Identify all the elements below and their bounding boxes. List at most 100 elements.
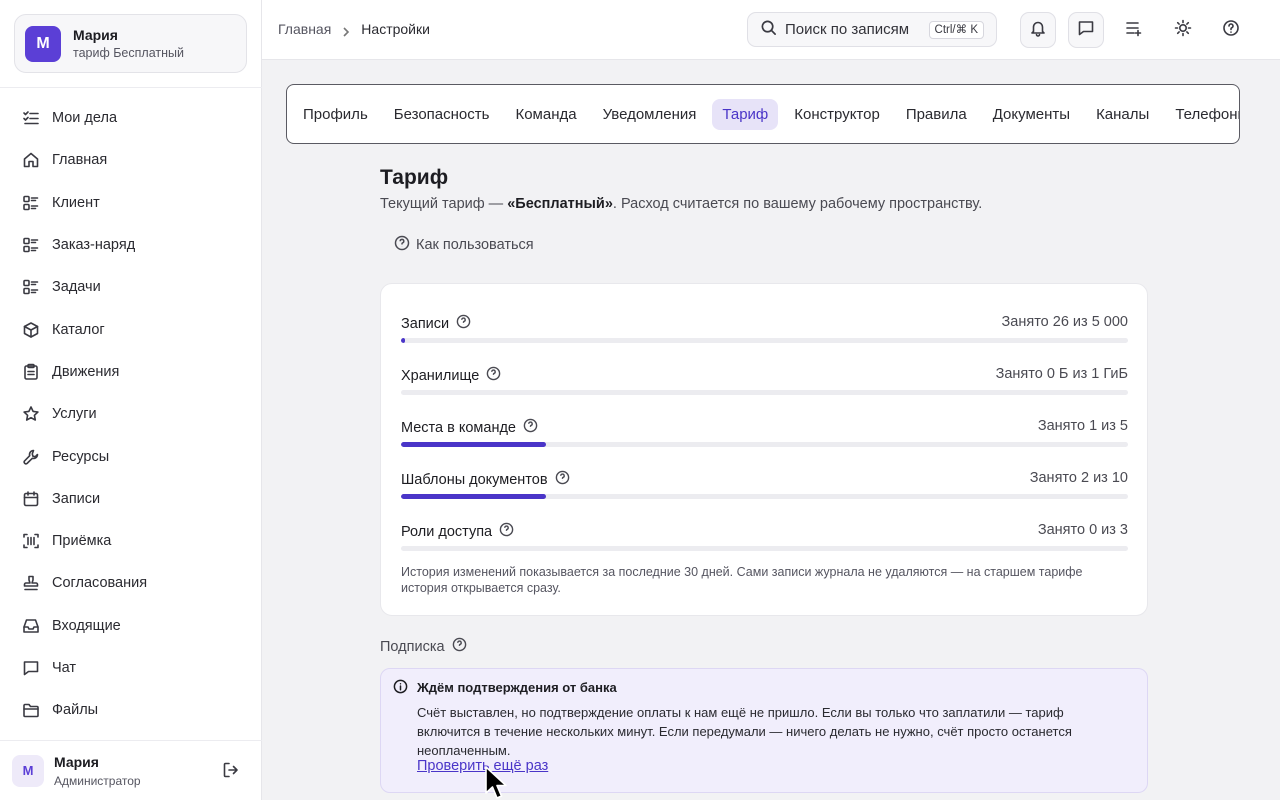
help-icon[interactable] [449,314,471,333]
theme-toggle-button[interactable] [1165,12,1201,48]
sidebar-nav: Мои дела Главная Клиент Заказ-наряд Зада… [0,97,262,731]
tab-5[interactable]: Конструктор [784,99,890,130]
usage-value: Занято 1 из 5 [1037,418,1128,434]
tab-8[interactable]: Каналы [1086,99,1159,130]
star-icon [22,405,40,423]
tabs-list: Профиль Безопасность Команда Уведомления Тар… [293,99,1239,130]
current-plan-name: «Бесплатный» [507,196,613,212]
usage-label-text: Хранилище [401,367,480,384]
mouse-cursor-icon [484,765,510,800]
subtitle-suffix: . Расход считается по вашему рабочему пр… [612,196,983,212]
help-icon[interactable] [548,470,570,489]
tab-4[interactable]: Тариф [712,99,779,130]
settings-tabs: Профиль Безопасность Команда Уведомления Тар… [286,84,1240,144]
sidebar-item-client[interactable]: Клиент [0,182,262,224]
workspace-name: Мария [73,27,118,43]
tab-9[interactable]: Телефония [1165,99,1239,130]
chat-icon [1077,19,1095,42]
tab-3[interactable]: Уведомления [593,99,707,130]
breadcrumb-current: Настройки [361,21,430,37]
sidebar-item-chat[interactable]: Чат [0,647,262,689]
sidebar-item-label: Задачи [52,279,101,296]
list-plus-icon [1125,19,1143,42]
folder-icon [22,701,40,719]
tab-0[interactable]: Профиль [293,99,378,130]
sidebar-item-label: Мои дела [52,110,118,127]
add-task-button[interactable] [1116,12,1152,48]
help-icon[interactable] [492,522,514,541]
subtitle-prefix: Текущий тариф — [380,196,508,212]
sidebar-item-label: Файлы [52,702,99,719]
logout-button[interactable] [222,761,242,781]
search-shortcut: Ctrl/⌘ K [928,21,984,39]
info-icon [393,679,409,695]
sidebar-item-intake[interactable]: Приёмка [0,520,262,562]
avatar: М [12,754,44,787]
user-name: Мария [54,753,99,770]
sidebar-item-label: Движения [52,363,120,380]
notifications-button[interactable] [1020,12,1056,48]
sidebar-item-home[interactable]: Главная [0,139,262,181]
usage-value: Занято 0 Б из 1 ГиБ [995,366,1128,382]
how-to-use-label: Как пользоваться [416,237,534,253]
sidebar-item-records[interactable]: Записи [0,478,262,520]
home-icon [22,151,40,169]
sidebar-item-label: Согласования [52,575,148,592]
sidebar-item-resources[interactable]: Ресурсы [0,435,262,477]
messages-button[interactable] [1068,12,1104,48]
check-again-link[interactable]: Проверить ещё раз [417,758,548,774]
list-icon [22,194,40,212]
usage-value: Занято 26 из 5 000 [1001,314,1128,330]
sidebar-item-services[interactable]: Услуги [0,393,262,435]
help-button[interactable] [1213,12,1249,48]
usage-progress-bar [401,494,1128,499]
sidebar-item-label: Каталог [52,321,105,338]
help-icon [1222,19,1240,42]
usage-row: Записи Занято 26 из 5 000 [401,292,1128,343]
usage-label-text: Шаблоны документов [401,471,548,488]
tab-1[interactable]: Безопасность [384,99,500,130]
usage-progress-bar [401,442,1128,447]
sidebar-item-label: Записи [52,490,101,507]
sidebar-item-work-orders[interactable]: Заказ-наряд [0,224,262,266]
user-profile: М Мария Администратор [0,740,262,800]
help-icon[interactable] [479,366,501,385]
calendar-icon [22,490,40,508]
sidebar-item-label: Приёмка [52,533,112,550]
list-icon [22,236,40,254]
help-icon [394,235,416,255]
sidebar-item-catalog[interactable]: Каталог [0,308,262,350]
sidebar-item-movements[interactable]: Движения [0,351,262,393]
help-icon[interactable] [516,418,538,437]
help-icon[interactable] [445,637,467,656]
sidebar-item-label: Чат [52,660,77,676]
alert-body: Счёт выставлен, но подтверждение оплаты … [417,705,1072,758]
tab-6[interactable]: Правила [896,99,977,130]
usage-label: Места в команде [401,418,538,437]
usage-value: Занято 0 из 3 [1037,522,1128,538]
sidebar-item-my-tasks[interactable]: Мои дела [0,97,262,139]
workspace-avatar: М [25,25,61,62]
clipboard-icon [22,363,40,381]
sidebar: М Мария тариф Бесплатный Мои дела Главна… [0,0,262,800]
stamp-icon [22,574,40,592]
workspace-switcher[interactable]: М Мария тариф Бесплатный [14,14,247,73]
sidebar-item-inbox[interactable]: Входящие [0,605,262,647]
sidebar-item-files[interactable]: Файлы [0,689,262,731]
search-input[interactable] [785,21,915,38]
usage-progress-bar [401,546,1128,551]
alert-title: Ждём подтверждения от банка [417,680,617,695]
search-box[interactable]: Ctrl/⌘ K [747,12,997,47]
sidebar-item-approvals[interactable]: Согласования [0,562,262,604]
user-role: Администратор [54,773,141,788]
usage-progress-bar [401,338,1128,343]
box-icon [22,321,40,339]
tab-7[interactable]: Документы [983,99,1080,130]
how-to-use-link[interactable]: Как пользоваться [394,235,534,255]
usage-progress-fill [401,338,406,343]
bell-icon [1029,19,1047,42]
breadcrumb-home[interactable]: Главная [278,21,331,37]
sidebar-item-tasks[interactable]: Задачи [0,266,262,308]
scan-icon [22,532,40,550]
tab-2[interactable]: Команда [505,99,586,130]
